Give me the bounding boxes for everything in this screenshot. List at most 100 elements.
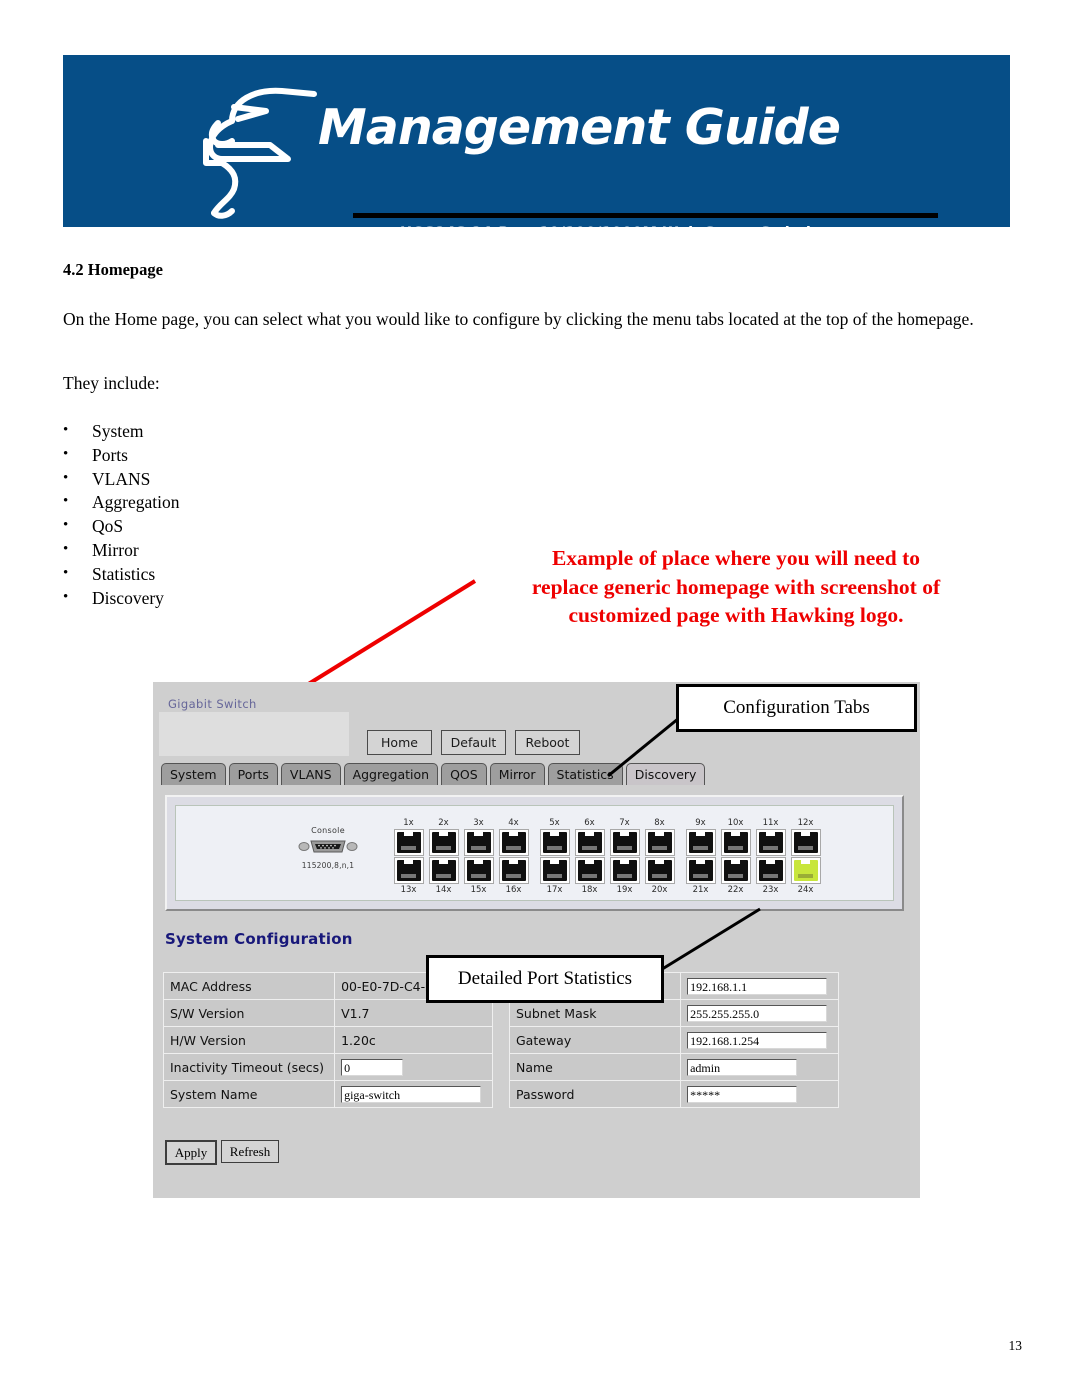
tab-ports[interactable]: Ports (228, 763, 278, 785)
rj45-port-16x[interactable] (498, 857, 529, 884)
default-button[interactable]: Default (441, 730, 506, 755)
rj45-port-21x[interactable] (685, 857, 716, 884)
port-label-bottom: 20x (651, 885, 668, 895)
rj45-port-20x[interactable] (644, 857, 675, 884)
ip-address-input[interactable]: 192.168.1.1 (687, 977, 828, 995)
inactivity-timeout-input[interactable]: 0 (341, 1058, 404, 1076)
port-label-top: 2x (438, 818, 449, 828)
port-label-top: 10x (727, 818, 744, 828)
rj45-port-22x[interactable] (720, 857, 751, 884)
callout-configuration-tabs: Configuration Tabs (676, 684, 917, 732)
apply-button[interactable]: Apply (165, 1140, 217, 1165)
callout-detailed-port-statistics: Detailed Port Statistics (426, 955, 664, 1003)
rj45-port-14x[interactable] (428, 857, 459, 884)
port-column: 11x 23x (754, 818, 787, 896)
tab-mirror[interactable]: Mirror (489, 763, 545, 785)
port-panel-inner: Console 115200,8,n,1 1x 13x 2x 14x 3x 15… (175, 805, 894, 901)
guide-header-banner: Management Guide HGS24S 24-Port 10/100/1… (63, 55, 1010, 227)
switch-web-ui-screenshot: Gigabit Switch Home Default Reboot Syste… (153, 682, 920, 1198)
port-label-top: 7x (619, 818, 630, 828)
rj45-port-6x[interactable] (574, 829, 605, 856)
rj45-port-5x[interactable] (539, 829, 570, 856)
row-value: 192.168.1.254 (680, 1026, 839, 1054)
row-value: V1.7 (334, 999, 493, 1027)
row-label: Subnet Mask (508, 999, 682, 1027)
port-column: 4x 16x (497, 818, 530, 896)
system-name-input[interactable]: giga-switch (341, 1085, 482, 1103)
port-column: 8x 20x (643, 818, 676, 896)
table-row: Inactivity Timeout (secs) 0 (162, 1053, 493, 1081)
list-lead-in: They include: (63, 373, 160, 393)
tab-vlans[interactable]: VLANS (280, 763, 341, 785)
row-value: 192.168.1.1 (680, 972, 839, 1000)
username-input[interactable]: admin (687, 1058, 798, 1076)
rj45-port-2x[interactable] (428, 829, 459, 856)
rj45-port-19x[interactable] (609, 857, 640, 884)
port-label-bottom: 15x (470, 885, 487, 895)
banner-divider (353, 213, 938, 218)
row-label: Name (508, 1053, 682, 1081)
row-value: 0 (334, 1053, 493, 1081)
port-label-top: 9x (695, 818, 706, 828)
port-label-top: 6x (584, 818, 595, 828)
port-label-bottom: 21x (692, 885, 709, 895)
rj45-port-10x[interactable] (720, 829, 751, 856)
subnet-mask-input[interactable]: 255.255.255.0 (687, 1004, 828, 1022)
port-label-bottom: 23x (762, 885, 779, 895)
rj45-port-12x[interactable] (790, 829, 821, 856)
switch-logo-placeholder (159, 712, 349, 756)
port-group-3: 9x 21x 10x 22x 11x 23x 12x 24x (684, 818, 822, 896)
home-button[interactable]: Home (367, 730, 432, 755)
port-column: 1x 13x (392, 818, 425, 896)
tab-statistics[interactable]: Statistics (547, 763, 623, 785)
table-row: S/W Version V1.7 (162, 999, 493, 1027)
row-value: 1.20c (334, 1026, 493, 1054)
port-column: 3x 15x (462, 818, 495, 896)
menu-tab-list: System Ports VLANS Aggregation QoS Mirro… (63, 419, 179, 611)
rj45-port-24x-active[interactable] (790, 857, 821, 884)
refresh-button[interactable]: Refresh (221, 1140, 279, 1163)
list-item: Aggregation (63, 490, 179, 515)
rj45-port-1x[interactable] (393, 829, 424, 856)
rj45-port-15x[interactable] (463, 857, 494, 884)
section-heading: 4.2 Homepage (63, 260, 163, 279)
tab-system[interactable]: System (161, 763, 226, 785)
port-column: 7x 19x (608, 818, 641, 896)
port-group-1: 1x 13x 2x 14x 3x 15x 4x 16x (392, 818, 530, 896)
rj45-port-13x[interactable] (393, 857, 424, 884)
list-item: Discovery (63, 586, 179, 611)
rj45-port-18x[interactable] (574, 857, 605, 884)
editorial-note-line: customized page with Hawking logo. (568, 603, 904, 627)
row-label: MAC Address (162, 972, 336, 1000)
switch-brand-label: Gigabit Switch (168, 697, 257, 711)
tab-discovery[interactable]: Discovery (625, 763, 706, 785)
row-value: 255.255.255.0 (680, 999, 839, 1027)
editorial-note-line: Example of place where you will need to (551, 546, 921, 570)
list-item: System (63, 419, 179, 444)
password-input[interactable]: ***** (687, 1085, 798, 1103)
port-column: 2x 14x (427, 818, 460, 896)
port-column: 10x 22x (719, 818, 752, 896)
port-label-bottom: 17x (546, 885, 563, 895)
gateway-input[interactable]: 192.168.1.254 (687, 1031, 828, 1049)
editorial-note: Example of place where you will need to … (468, 544, 1004, 630)
tab-aggregation[interactable]: Aggregation (343, 763, 439, 785)
port-column: 12x 24x (789, 818, 822, 896)
rj45-port-9x[interactable] (685, 829, 716, 856)
rj45-port-4x[interactable] (498, 829, 529, 856)
port-label-top: 3x (473, 818, 484, 828)
rj45-port-8x[interactable] (644, 829, 675, 856)
rj45-port-3x[interactable] (463, 829, 494, 856)
reboot-button[interactable]: Reboot (515, 730, 580, 755)
tab-qos[interactable]: QOS (441, 763, 487, 785)
row-value: ***** (680, 1080, 839, 1108)
console-label: Console (311, 826, 345, 835)
rj45-port-17x[interactable] (539, 857, 570, 884)
rj45-port-11x[interactable] (755, 829, 786, 856)
port-group-2: 5x 17x 6x 18x 7x 19x 8x 20x (538, 818, 676, 896)
row-label: S/W Version (162, 999, 336, 1027)
rj45-port-7x[interactable] (609, 829, 640, 856)
rj45-port-23x[interactable] (755, 857, 786, 884)
table-row: Subnet Mask 255.255.255.0 (508, 999, 839, 1027)
port-label-top: 5x (549, 818, 560, 828)
